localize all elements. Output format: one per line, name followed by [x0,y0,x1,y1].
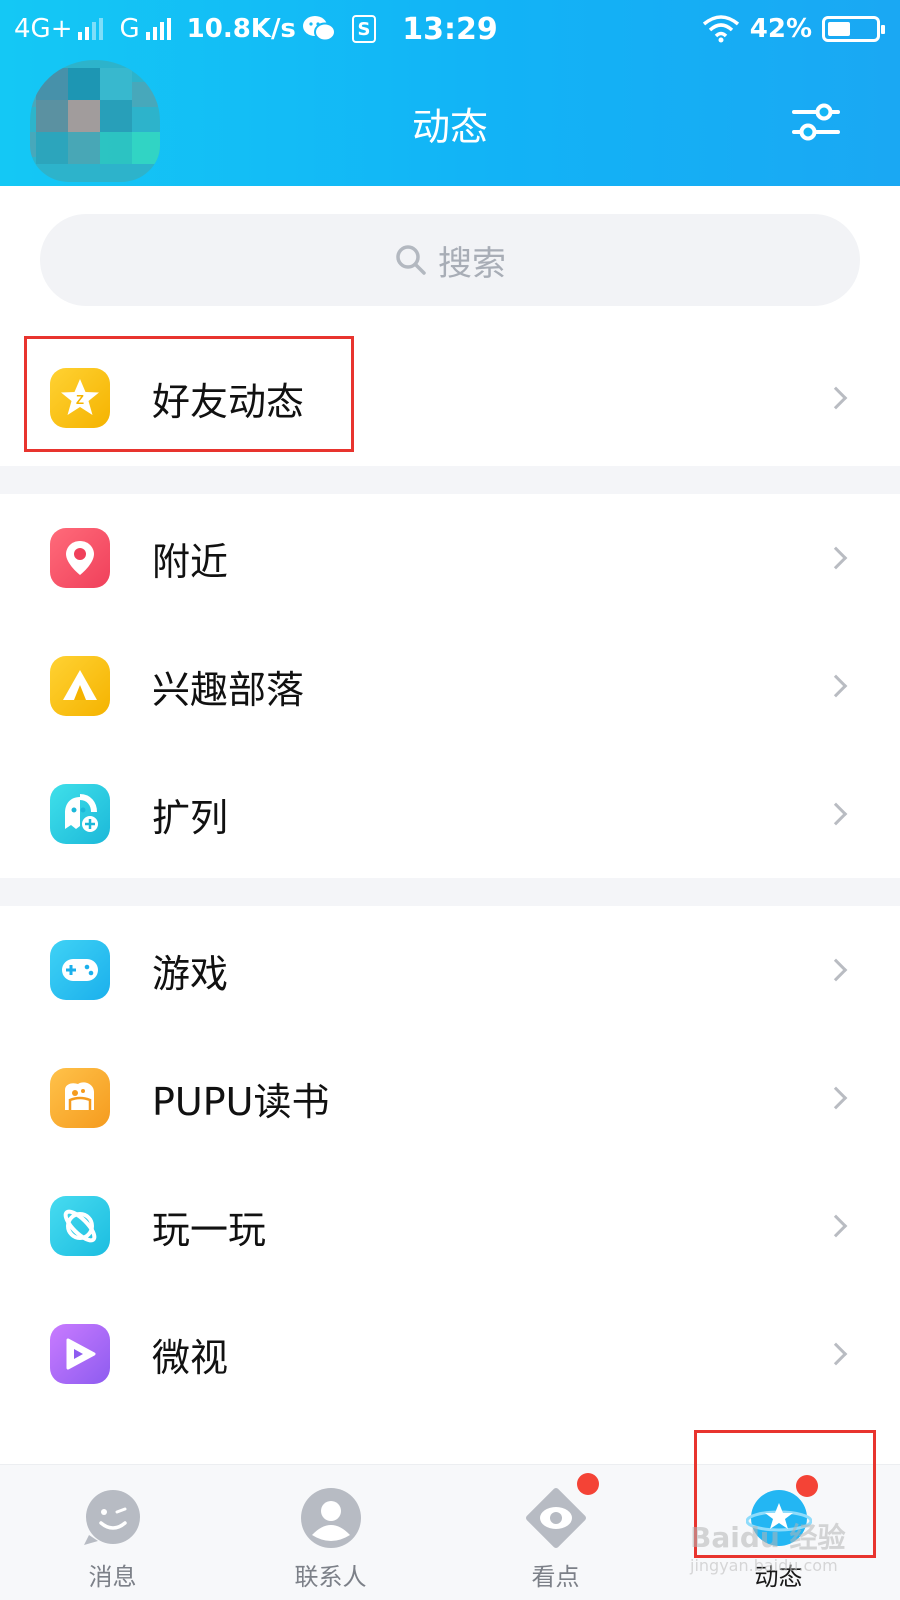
chevron-right-icon [824,958,848,982]
chevron-right-icon [824,546,848,570]
message-smile-icon [84,1490,140,1545]
chevron-right-icon [824,802,848,826]
ghost-add-icon [50,784,110,844]
chevron-right-icon [824,1086,848,1110]
notification-badge [577,1473,599,1495]
tab-label: 联系人 [294,1563,367,1591]
list-item-nearby[interactable]: 附近 [0,494,900,622]
video-play-icon [50,1324,110,1384]
filter-settings-icon[interactable] [790,96,842,148]
tab-messages[interactable]: 消息 [0,1465,225,1600]
tab-watch[interactable]: 看点 [443,1465,668,1600]
list-item-play[interactable]: 玩一玩 [0,1162,900,1290]
page-title: 动态 [411,105,488,149]
watermark-brand: Baidu 经验 [690,1521,846,1554]
watermark: Baidu 经验 jingyan.baidu.com [690,1516,846,1575]
planet-icon [50,1196,110,1256]
section-divider [0,878,900,906]
list-item-label: PUPU读书 [152,1079,330,1124]
book-icon [50,1068,110,1128]
battery-icon [822,16,885,42]
tab-contacts[interactable]: 联系人 [218,1465,443,1600]
tab-label: 看点 [531,1563,580,1591]
list-item-label: 附近 [152,539,229,584]
search-icon [396,245,426,275]
chevron-right-icon [824,386,848,410]
contact-person-icon [301,1488,361,1548]
list-item-label: 微视 [152,1335,229,1380]
chevron-right-icon [824,674,848,698]
section-divider [0,466,900,494]
list-item-label: 兴趣部落 [152,667,305,712]
list-item-weishi[interactable]: 微视 [0,1290,900,1418]
list-item-label: 游戏 [152,951,229,996]
gamepad-icon [50,940,110,1000]
list-item-expand[interactable]: 扩列 [0,750,900,878]
list-item-pupu-reading[interactable]: PUPU读书 [0,1034,900,1162]
chevron-right-icon [824,1214,848,1238]
highlight-box-friends-feed [24,336,354,452]
search-bar[interactable]: 搜索 [40,214,860,306]
eye-icon [526,1488,586,1548]
tab-label: 消息 [88,1563,137,1591]
chevron-right-icon [824,1342,848,1366]
location-pin-icon [50,528,110,588]
watermark-url: jingyan.baidu.com [690,1556,838,1575]
status-bar: 4G+ G 10.8K/s S 13:29 42% [0,0,900,62]
search-placeholder: 搜索 [438,243,506,284]
list-item-games[interactable]: 游戏 [0,906,900,1034]
wifi-icon [702,15,739,43]
app-header: 4G+ G 10.8K/s S 13:29 42% 动态 [0,0,900,186]
battery-percent: 42% [749,14,812,44]
list-item-interest-tribe[interactable]: 兴趣部落 [0,622,900,750]
list-item-label: 扩列 [152,795,229,840]
list-item-label: 玩一玩 [152,1207,267,1252]
tent-icon [50,656,110,716]
